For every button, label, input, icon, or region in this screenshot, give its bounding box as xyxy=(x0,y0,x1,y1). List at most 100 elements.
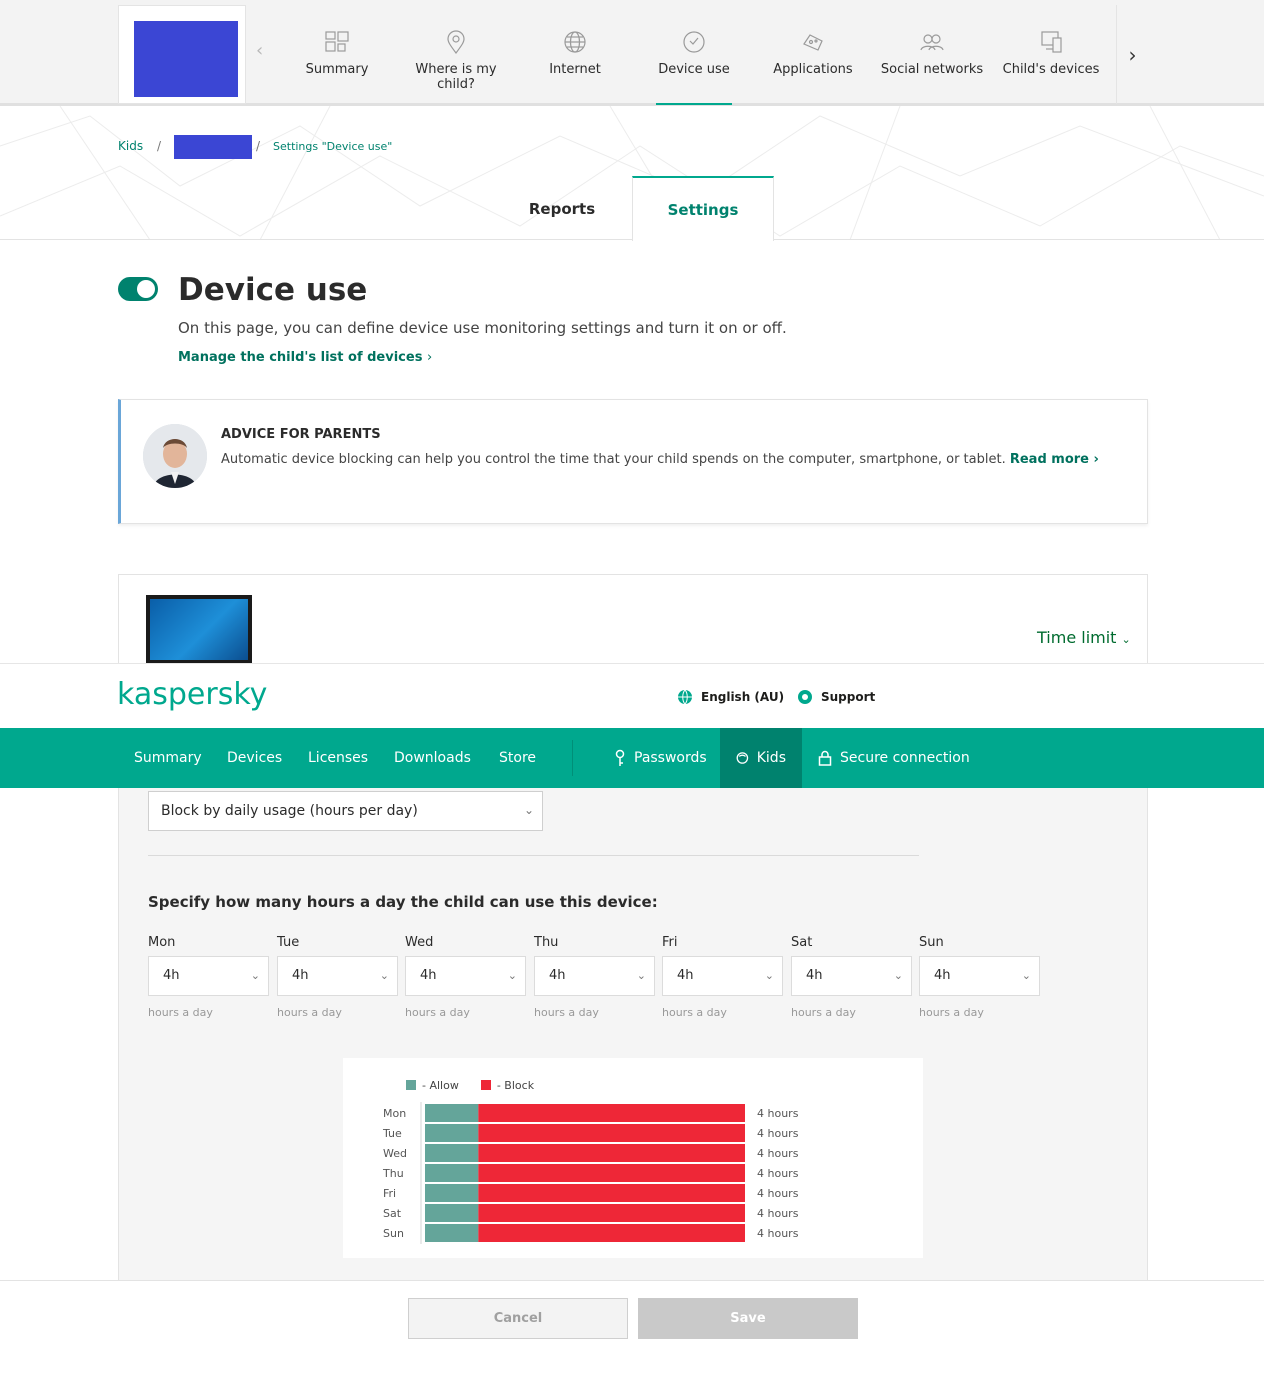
cancel-button[interactable]: Cancel xyxy=(408,1298,628,1339)
day-label: Sat xyxy=(791,935,813,950)
chevron-left-icon[interactable]: ‹ xyxy=(256,40,263,61)
kaspersky-logo[interactable]: kaspersky xyxy=(117,677,267,712)
child-avatar[interactable] xyxy=(134,21,238,97)
chevron-down-icon: ⌄ xyxy=(893,969,903,982)
block-bar xyxy=(478,1124,745,1142)
support-link[interactable]: Support xyxy=(797,689,875,705)
tab-where-is-my-child[interactable]: Where is my child? xyxy=(397,28,515,92)
advisor-photo xyxy=(143,424,207,488)
y-tick-label: Mon xyxy=(383,1107,406,1120)
value-label: 4 hours xyxy=(757,1107,799,1120)
manage-devices-label: Manage the child's list of devices xyxy=(178,350,423,365)
main-navigation: Summary Devices Licenses Downloads Store… xyxy=(0,728,1264,788)
support-icon xyxy=(798,690,812,704)
nav-secure-label: Secure connection xyxy=(840,750,970,766)
day-tue: Tue 4h ⌄ hours a day xyxy=(277,935,398,1019)
limit-mode-select[interactable]: Block by daily usage (hours per day) ⌄ xyxy=(148,791,543,831)
nav-passwords[interactable]: Passwords xyxy=(614,728,707,788)
allow-bar xyxy=(425,1164,479,1182)
advice-body: Automatic device blocking can help you c… xyxy=(221,452,1006,467)
time-limit-dropdown[interactable]: Time limit ⌄ xyxy=(1037,628,1131,647)
day-sat: Sat 4h ⌄ hours a day xyxy=(791,935,912,1019)
child-profile-card[interactable] xyxy=(118,5,246,104)
block-bar xyxy=(478,1184,745,1202)
tab-applications[interactable]: Applications xyxy=(754,28,872,77)
hours-select-tue[interactable]: 4h ⌄ xyxy=(277,956,398,996)
value-label: 4 hours xyxy=(757,1147,799,1160)
support-label: Support xyxy=(821,690,876,704)
allow-bar xyxy=(425,1204,479,1222)
toggle-knob xyxy=(137,280,155,298)
kids-icon xyxy=(736,752,749,764)
nav-store[interactable]: Store xyxy=(499,728,536,788)
chevron-down-icon: ⌄ xyxy=(523,803,534,817)
advice-text: Automatic device blocking can help you c… xyxy=(221,452,1099,467)
page-title: Device use xyxy=(178,272,368,308)
limit-mode-value: Block by daily usage (hours per day) xyxy=(161,803,418,819)
hours-select-sun[interactable]: 4h ⌄ xyxy=(919,956,1040,996)
hours-unit: hours a day xyxy=(405,1006,470,1019)
hours-unit: hours a day xyxy=(662,1006,727,1019)
read-more-link[interactable]: Read more › xyxy=(1010,452,1099,467)
nav-secure-connection[interactable]: Secure connection xyxy=(818,728,970,788)
breadcrumb-child-name[interactable] xyxy=(174,135,252,159)
chevron-down-icon: ⌄ xyxy=(379,969,389,982)
tab-social-networks[interactable]: Social networks xyxy=(873,28,991,77)
tab-internet[interactable]: Internet xyxy=(516,28,634,77)
chevron-down-icon: ⌄ xyxy=(636,969,646,982)
hours-select-wed[interactable]: 4h ⌄ xyxy=(405,956,526,996)
globe-icon xyxy=(564,31,586,53)
device-use-toggle[interactable] xyxy=(118,277,158,301)
hours-select-thu[interactable]: 4h ⌄ xyxy=(534,956,655,996)
block-bar xyxy=(478,1204,745,1222)
tab-device-use[interactable]: Device use xyxy=(635,28,753,105)
nav-devices[interactable]: Devices xyxy=(227,728,282,788)
nav-downloads[interactable]: Downloads xyxy=(394,728,471,788)
nav-kids[interactable]: Kids xyxy=(720,728,802,788)
tab-summary[interactable]: Summary xyxy=(278,28,396,77)
save-button[interactable]: Save xyxy=(638,1298,858,1339)
breadcrumb-separator: / xyxy=(256,139,261,153)
nav-licenses[interactable]: Licenses xyxy=(308,728,368,788)
chevron-down-icon: ⌄ xyxy=(1021,969,1031,982)
location-pin-icon xyxy=(447,30,465,55)
breadcrumb-kids[interactable]: Kids xyxy=(118,139,143,153)
chevron-right-icon[interactable]: › xyxy=(1116,5,1148,104)
time-limit-label: Time limit xyxy=(1037,628,1117,647)
hours-value: 4h xyxy=(549,968,566,983)
hours-value: 4h xyxy=(163,968,180,983)
hours-select-sat[interactable]: 4h ⌄ xyxy=(791,956,912,996)
y-tick-label: Thu xyxy=(382,1167,404,1180)
y-tick-label: Sun xyxy=(383,1227,404,1240)
day-mon: Mon 4h ⌄ hours a day xyxy=(148,935,269,1019)
nav-divider xyxy=(572,740,573,776)
nav-summary[interactable]: Summary xyxy=(134,728,202,788)
tab-childs-devices[interactable]: Child's devices xyxy=(992,28,1110,77)
hours-select-fri[interactable]: 4h ⌄ xyxy=(662,956,783,996)
day-label: Fri xyxy=(662,935,678,950)
hours-unit: hours a day xyxy=(534,1006,599,1019)
tab-reports[interactable]: Reports xyxy=(491,176,633,241)
allow-bar xyxy=(425,1224,479,1242)
chevron-down-icon: ⌄ xyxy=(507,969,517,982)
device-image xyxy=(146,595,252,664)
value-label: 4 hours xyxy=(757,1127,799,1140)
hours-heading: Specify how many hours a day the child c… xyxy=(148,893,658,911)
breadcrumb-separator: / xyxy=(157,139,162,153)
device-card-header xyxy=(118,574,1148,664)
language-selector[interactable]: English (AU) xyxy=(677,689,784,705)
language-label: English (AU) xyxy=(701,690,785,704)
globe-icon xyxy=(678,689,692,705)
kids-section-nav: ‹ Summary Where is my child? Internet De… xyxy=(0,0,1264,106)
tab-label: Where is my child? xyxy=(415,62,497,92)
advice-panel: ADVICE FOR PARENTS Automatic device bloc… xyxy=(118,399,1148,524)
hours-select-mon[interactable]: 4h ⌄ xyxy=(148,956,269,996)
tab-settings[interactable]: Settings xyxy=(632,176,774,241)
block-bar xyxy=(478,1104,745,1122)
hours-unit: hours a day xyxy=(919,1006,984,1019)
day-label: Wed xyxy=(405,935,434,950)
chevron-down-icon: ⌄ xyxy=(764,969,774,982)
value-label: 4 hours xyxy=(757,1227,799,1240)
y-tick-label: Wed xyxy=(383,1147,407,1160)
manage-devices-link[interactable]: Manage the child's list of devices › xyxy=(178,350,432,365)
